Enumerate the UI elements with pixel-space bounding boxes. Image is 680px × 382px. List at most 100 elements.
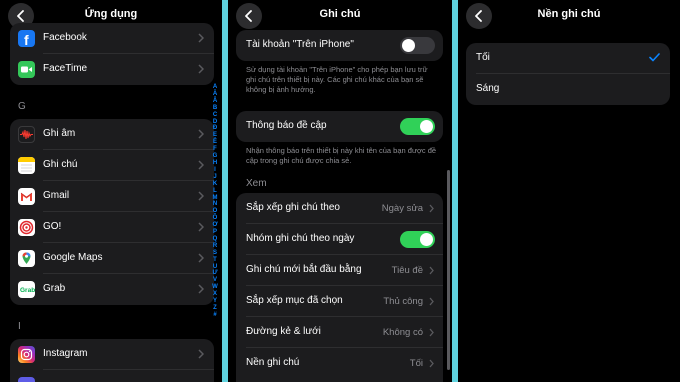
chevron-right-icon <box>198 191 204 201</box>
index-letter[interactable]: W <box>212 284 218 291</box>
list-item-facetime[interactable]: FaceTime <box>10 54 214 85</box>
index-letter[interactable]: P <box>213 229 217 236</box>
index-letter[interactable]: B <box>213 105 217 112</box>
index-letter[interactable]: H <box>213 160 217 167</box>
on-my-iphone-footnote: Sử dụng tài khoản "Trên iPhone" cho phép… <box>246 65 428 94</box>
index-letter[interactable]: G <box>213 153 218 160</box>
group-by-date-toggle[interactable] <box>400 231 435 248</box>
index-letter[interactable]: Ô <box>213 215 218 222</box>
index-letter[interactable]: I <box>214 167 216 174</box>
index-letter[interactable]: A <box>213 84 217 91</box>
sort-checked-value: Thủ công <box>383 296 423 307</box>
page-title: Ứng dụng <box>84 8 138 20</box>
lines-grids-row[interactable]: Đường kẻ & lưới Không có <box>236 317 443 348</box>
mention-toggle[interactable] <box>400 118 435 135</box>
index-letter[interactable]: V <box>213 277 217 284</box>
index-letter[interactable]: J <box>213 174 216 181</box>
group-by-date-row: Nhóm ghi chú theo ngày <box>236 224 443 255</box>
scroll-indicator[interactable] <box>447 170 450 370</box>
app-label: Ghi âm <box>43 128 76 139</box>
instagram-icon <box>18 346 35 363</box>
index-letter[interactable]: M <box>213 195 218 202</box>
index-letter[interactable]: R <box>213 243 217 250</box>
checkmark-icon <box>649 53 660 62</box>
chevron-right-icon <box>429 328 434 337</box>
chevron-right-icon <box>198 284 204 294</box>
svg-text:Grab: Grab <box>20 287 35 294</box>
index-letter[interactable]: Ư <box>213 270 218 277</box>
group-by-date-label: Nhóm ghi chú theo ngày <box>246 233 355 244</box>
index-letter[interactable]: Đ <box>213 125 217 132</box>
list-item-google-maps[interactable]: Google Maps <box>10 243 214 274</box>
apps-panel: Ứng dụng f Facebook FaceTime G Ghi âm Gh… <box>0 0 222 382</box>
index-letter[interactable]: Ê <box>213 139 217 146</box>
index-letter[interactable]: Ơ <box>212 222 217 229</box>
index-letter[interactable]: K <box>213 181 217 188</box>
index-letter[interactable]: Q <box>213 236 218 243</box>
index-letter[interactable]: Ă <box>213 91 217 98</box>
list-item-instagram[interactable]: Instagram <box>10 339 214 370</box>
note-background-panel: Nền ghi chú Tối Sáng <box>458 0 680 382</box>
mention-row: Thông báo đề cập <box>236 111 443 142</box>
option-light[interactable]: Sáng <box>466 74 670 105</box>
go-icon <box>18 219 35 236</box>
facetime-icon <box>18 61 35 78</box>
svg-text:f: f <box>24 32 29 47</box>
index-letter[interactable]: Â <box>213 98 217 105</box>
sort-checked-row[interactable]: Sắp xếp mục đã chọn Thủ công <box>236 286 443 317</box>
section-header-i: I <box>18 321 21 332</box>
sort-notes-row[interactable]: Sắp xếp ghi chú theo Ngày sửa <box>236 193 443 224</box>
list-item-grab[interactable]: Grab Grab <box>10 274 214 305</box>
voice-memos-icon <box>18 126 35 143</box>
app-label: Ghi chú <box>43 159 78 170</box>
mention-group: Thông báo đề cập <box>236 111 443 142</box>
background-options-group: Tối Sáng <box>466 43 670 105</box>
index-letter[interactable]: U <box>213 264 217 271</box>
section-header-g: G <box>18 101 26 112</box>
app-label: Gmail <box>43 190 70 201</box>
list-item-voice-memos[interactable]: Ghi âm <box>10 119 214 150</box>
option-dark-label: Tối <box>476 52 490 63</box>
list-item-facebook[interactable]: f Facebook <box>10 23 214 54</box>
on-my-iphone-toggle[interactable] <box>400 37 435 54</box>
on-my-iphone-row: Tài khoản "Trên iPhone" <box>236 30 443 61</box>
note-background-row[interactable]: Nền ghi chú Tối <box>236 348 443 379</box>
view-section-header: Xem <box>246 178 267 189</box>
index-letter[interactable]: Z <box>213 305 217 312</box>
index-letter[interactable]: D <box>213 119 217 126</box>
sort-notes-label: Sắp xếp ghi chú theo <box>246 202 340 213</box>
notes-icon <box>18 157 35 174</box>
app-icon-partial <box>18 377 35 382</box>
new-notes-start-value: Tiêu đề <box>391 265 423 276</box>
list-item-partial[interactable] <box>10 370 214 382</box>
mention-footnote: Nhận thông báo trên thiết bị này khi tên… <box>246 146 437 165</box>
index-letter[interactable]: X <box>213 291 217 298</box>
index-letter[interactable]: N <box>213 201 217 208</box>
chevron-right-icon <box>429 297 434 306</box>
index-letter[interactable]: T <box>213 257 217 264</box>
lines-grids-label: Đường kẻ & lưới <box>246 326 321 337</box>
list-item-gmail[interactable]: Gmail <box>10 181 214 212</box>
note-background-value: Tối <box>409 358 423 369</box>
apps-group-i: Instagram <box>10 339 214 382</box>
index-letter[interactable]: L <box>213 188 217 195</box>
index-letter[interactable]: F <box>213 146 217 153</box>
app-label: Grab <box>43 283 66 294</box>
option-dark[interactable]: Tối <box>466 43 670 74</box>
new-notes-start-row[interactable]: Ghi chú mới bắt đầu bằng Tiêu đề <box>236 255 443 286</box>
chevron-right-icon <box>198 129 204 139</box>
chevron-right-icon <box>429 359 434 368</box>
index-letter[interactable]: # <box>213 312 216 319</box>
index-letter[interactable]: Y <box>213 298 217 305</box>
list-item-notes[interactable]: Ghi chú <box>10 150 214 181</box>
index-letter[interactable]: S <box>213 250 217 257</box>
chevron-right-icon <box>198 253 204 263</box>
section-index-bar[interactable]: A Ă Â B C D Đ E Ê F G H I J K L M N O Ô Ơ P Q R S T U Ư V W X Y Z # <box>211 84 219 319</box>
navigation-bar: Nền ghi chú <box>458 0 680 30</box>
google-maps-icon <box>18 250 35 267</box>
note-background-label: Nền ghi chú <box>246 357 300 368</box>
sort-checked-label: Sắp xếp mục đã chọn <box>246 295 343 306</box>
index-letter[interactable]: C <box>213 112 217 119</box>
list-item-go[interactable]: GO! <box>10 212 214 243</box>
option-light-label: Sáng <box>476 83 500 94</box>
